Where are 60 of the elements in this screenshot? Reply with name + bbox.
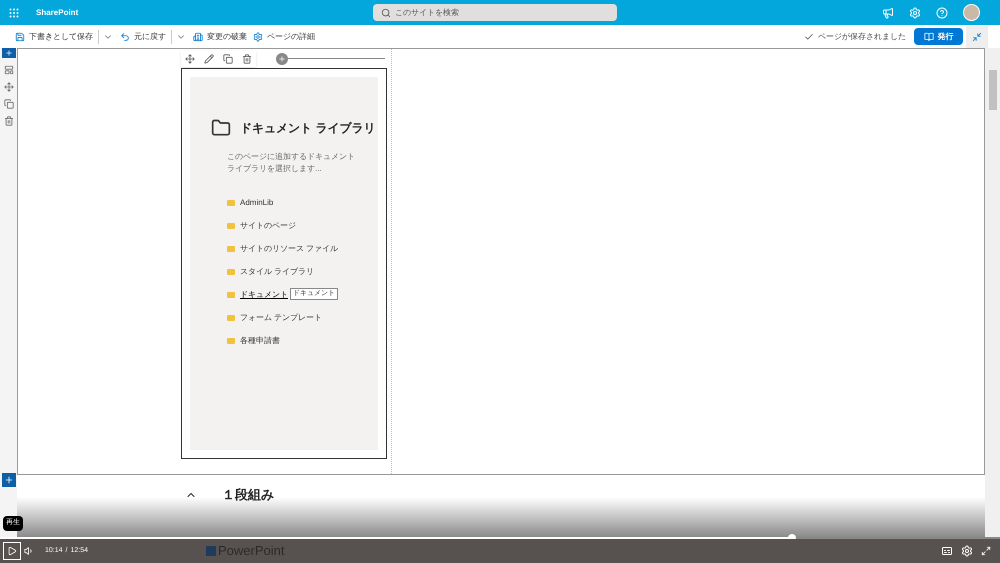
collapse-button[interactable] — [966, 26, 988, 48]
publish-button[interactable]: 発行 — [914, 28, 963, 45]
scrollbar[interactable] — [985, 48, 1000, 537]
fullscreen-icon[interactable] — [981, 546, 991, 556]
add-section-button[interactable] — [2, 473, 16, 487]
play-button[interactable] — [3, 542, 21, 560]
command-icon — [193, 32, 203, 42]
library-item[interactable]: スタイル ライブラリ — [227, 260, 378, 283]
search-icon — [381, 8, 391, 18]
library-icon — [210, 118, 232, 138]
search-input[interactable]: このサイトを検索 — [395, 6, 609, 18]
search-field[interactable]: このサイトを検索 — [373, 4, 617, 21]
logo-square-icon — [206, 546, 216, 556]
volume-icon[interactable] — [24, 546, 34, 556]
delete-icon[interactable] — [4, 116, 14, 126]
move-icon[interactable] — [185, 54, 195, 64]
folder-icon — [227, 314, 235, 320]
library-item[interactable]: サイトのページ — [227, 214, 378, 237]
settings-icon[interactable] — [961, 545, 973, 557]
command-button[interactable]: ページの詳細 — [250, 30, 318, 42]
command-icon — [120, 32, 130, 42]
copy-icon[interactable] — [223, 54, 233, 64]
command-button[interactable]: 元に戻す — [117, 30, 169, 42]
library-item[interactable]: 各種申請書 — [227, 329, 378, 352]
command-icon — [15, 32, 25, 42]
megaphone-icon[interactable] — [882, 6, 894, 18]
library-item[interactable]: サイトのリソース ファイル — [227, 237, 378, 260]
plus-icon — [278, 54, 286, 62]
folder-icon — [227, 222, 235, 228]
check-icon — [804, 32, 814, 42]
library-item[interactable]: AdminLib — [227, 191, 378, 214]
section-title: １段組み — [222, 486, 274, 504]
web-part-title: ドキュメント ライブラリ — [240, 120, 376, 137]
captions-icon[interactable] — [941, 545, 953, 557]
help-icon[interactable] — [936, 6, 948, 18]
save-status: ページが保存されました — [818, 30, 906, 42]
edit-icon[interactable] — [204, 54, 214, 64]
command-button[interactable]: 変更の破棄 — [190, 30, 250, 42]
folder-icon — [227, 268, 235, 274]
folder-icon — [227, 338, 235, 344]
folder-icon — [227, 246, 235, 252]
plus-icon — [4, 475, 14, 485]
add-web-part-button[interactable] — [276, 52, 288, 64]
delete-icon[interactable] — [242, 54, 252, 64]
layout-icon[interactable] — [4, 65, 14, 75]
play-icon — [7, 546, 17, 556]
command-icon — [253, 32, 263, 42]
add-section-button[interactable] — [2, 48, 16, 58]
web-part-description: このページに追加するドキュメントライブラリを選択します... — [227, 151, 356, 175]
library-item[interactable]: フォーム テンプレート — [227, 306, 378, 329]
folder-icon — [227, 200, 235, 206]
app-launcher-icon[interactable] — [8, 6, 20, 18]
command-button[interactable]: 下書きとして保存 — [12, 30, 96, 42]
collapse-icon — [972, 32, 982, 42]
avatar[interactable] — [963, 4, 980, 21]
move-icon[interactable] — [4, 82, 14, 92]
copy-icon[interactable] — [4, 99, 14, 109]
book-icon — [924, 32, 934, 42]
plus-icon — [4, 49, 12, 57]
folder-icon — [227, 292, 235, 298]
